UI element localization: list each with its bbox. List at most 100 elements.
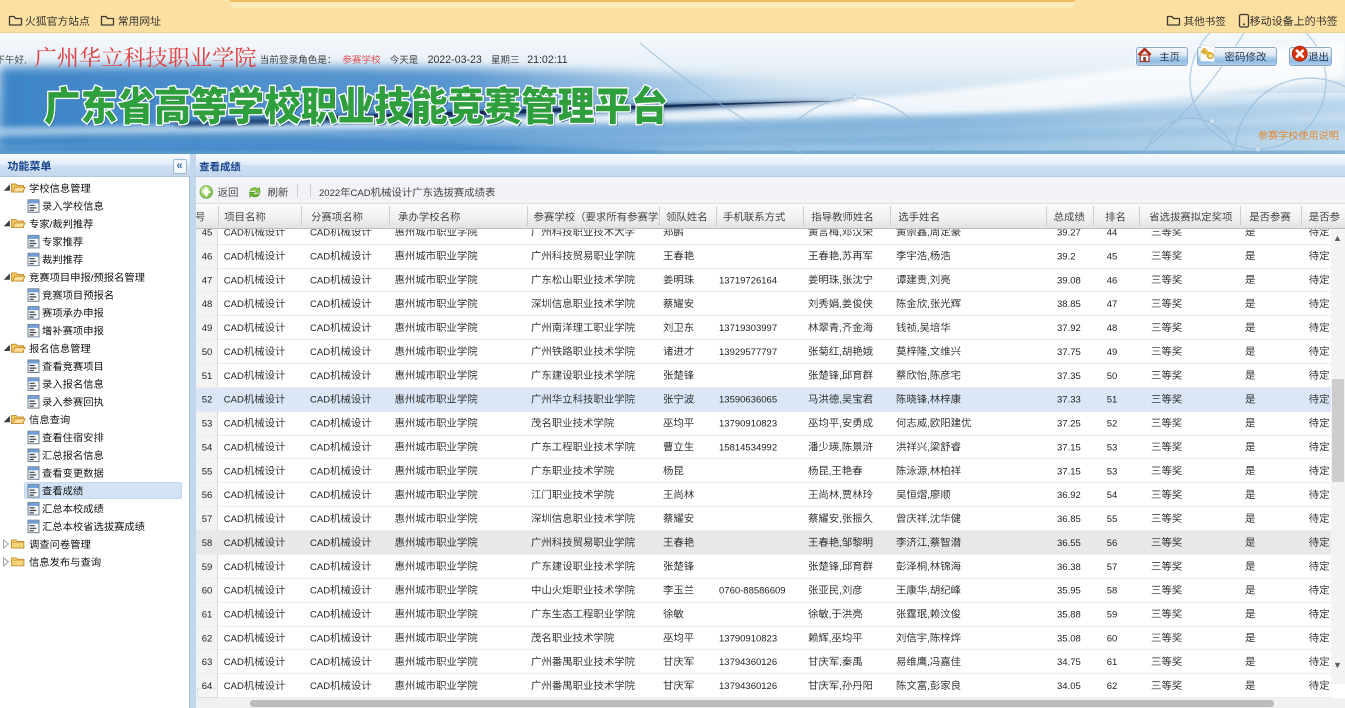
svg-text:,: , [24, 55, 26, 65]
svg-text:37.75: 37.75 [1057, 347, 1081, 358]
svg-text:CAD: CAD [310, 681, 330, 692]
svg-text:52: 52 [1107, 419, 1118, 430]
svg-text:CAD: CAD [310, 251, 330, 262]
svg-text:,: , [927, 538, 930, 549]
svg-text:21:02:11: 21:02:11 [527, 54, 568, 66]
svg-text:,: , [927, 442, 930, 453]
svg-text:,: , [927, 371, 930, 382]
svg-text:36.55: 36.55 [1057, 538, 1081, 549]
svg-text:CAD: CAD [224, 514, 244, 525]
svg-text:35.95: 35.95 [1057, 586, 1081, 597]
svg-text:62: 62 [202, 633, 213, 644]
svg-text:CAD: CAD [310, 466, 330, 477]
svg-text:45: 45 [202, 227, 213, 238]
svg-text:,: , [839, 395, 842, 406]
svg-text:CAD: CAD [310, 586, 330, 597]
svg-text:13719303997: 13719303997 [719, 323, 777, 334]
svg-text:36.38: 36.38 [1057, 562, 1081, 573]
svg-text:,: , [839, 227, 842, 238]
svg-text:CAD: CAD [310, 347, 330, 358]
svg-text:13929577797: 13929577797 [719, 347, 777, 358]
svg-text:13794360126: 13794360126 [719, 657, 777, 668]
svg-text:,: , [927, 681, 930, 692]
svg-text:50: 50 [202, 347, 213, 358]
svg-text:CAD: CAD [224, 251, 244, 262]
svg-text:CAD: CAD [310, 395, 330, 406]
svg-text:CAD: CAD [310, 490, 330, 501]
svg-text:15814534992: 15814534992 [719, 442, 777, 453]
svg-text:39.27: 39.27 [1057, 227, 1081, 238]
svg-text:48: 48 [1107, 323, 1118, 334]
svg-text:,: , [927, 275, 930, 286]
svg-text:36.92: 36.92 [1057, 490, 1081, 501]
svg-text:CAD: CAD [224, 466, 244, 477]
svg-text:,: , [839, 538, 842, 549]
svg-text:,: , [829, 633, 832, 644]
svg-text:0760-88586609: 0760-88586609 [719, 586, 786, 597]
svg-text:13719726164: 13719726164 [719, 275, 777, 286]
svg-text:64: 64 [202, 681, 213, 692]
svg-text:47: 47 [202, 275, 213, 286]
svg-text:CAD: CAD [224, 227, 244, 238]
svg-text:,: , [839, 442, 842, 453]
svg-text:13790910823: 13790910823 [719, 419, 777, 430]
svg-text:59: 59 [1107, 610, 1118, 621]
svg-text:/: / [91, 273, 94, 284]
svg-text:CAD: CAD [310, 514, 330, 525]
svg-text:46: 46 [202, 251, 213, 262]
svg-text:,: , [927, 562, 930, 573]
svg-text:62: 62 [1107, 681, 1118, 692]
svg-text:CAD: CAD [224, 442, 244, 453]
svg-text:CAD: CAD [310, 275, 330, 286]
svg-text:13790910823: 13790910823 [719, 633, 777, 644]
svg-text:CAD: CAD [310, 371, 330, 382]
svg-text:34.05: 34.05 [1057, 681, 1081, 692]
svg-text:49: 49 [1107, 347, 1118, 358]
svg-text:53: 53 [1107, 442, 1118, 453]
svg-text:54: 54 [1107, 490, 1118, 501]
svg-text:,: , [839, 586, 842, 597]
svg-text:57: 57 [1107, 562, 1118, 573]
svg-text:CAD: CAD [310, 610, 330, 621]
svg-text:CAD: CAD [310, 538, 330, 549]
svg-text:CAD: CAD [224, 371, 244, 382]
svg-text:53: 53 [1107, 466, 1118, 477]
svg-text:54: 54 [202, 442, 213, 453]
svg-text:63: 63 [202, 657, 213, 668]
svg-text:56: 56 [1107, 538, 1118, 549]
svg-text:CAD: CAD [351, 188, 371, 199]
svg-text:CAD: CAD [310, 657, 330, 668]
svg-text:CAD: CAD [310, 562, 330, 573]
svg-text:CAD: CAD [224, 419, 244, 430]
svg-text:CAD: CAD [224, 562, 244, 573]
svg-text:/: / [50, 220, 53, 231]
svg-text:,: , [927, 227, 930, 238]
svg-text:CAD: CAD [310, 299, 330, 310]
svg-text:CAD: CAD [224, 323, 244, 334]
svg-text:58: 58 [1107, 586, 1118, 597]
svg-text:60: 60 [202, 586, 213, 597]
svg-text:,: , [839, 275, 842, 286]
svg-text:51: 51 [202, 371, 213, 382]
svg-text:CAD: CAD [224, 657, 244, 668]
svg-text:,: , [839, 323, 842, 334]
svg-text:2022: 2022 [319, 188, 340, 199]
svg-text:60: 60 [1107, 633, 1118, 644]
svg-text:57: 57 [202, 514, 213, 525]
svg-text:,: , [927, 419, 930, 430]
svg-text:CAD: CAD [310, 227, 330, 238]
svg-text:52: 52 [202, 395, 213, 406]
svg-text:13794360126: 13794360126 [719, 681, 777, 692]
svg-text:CAD: CAD [224, 538, 244, 549]
svg-text:,: , [927, 657, 930, 668]
svg-text:,: , [927, 514, 930, 525]
svg-text:39.2: 39.2 [1057, 251, 1076, 262]
svg-text:CAD: CAD [224, 633, 244, 644]
svg-text:,: , [927, 347, 930, 358]
svg-text:35.08: 35.08 [1057, 633, 1081, 644]
svg-text:55: 55 [1107, 514, 1118, 525]
svg-text:45: 45 [1107, 251, 1118, 262]
svg-text:CAD: CAD [224, 275, 244, 286]
svg-text:CAD: CAD [224, 395, 244, 406]
svg-text:55: 55 [202, 466, 213, 477]
